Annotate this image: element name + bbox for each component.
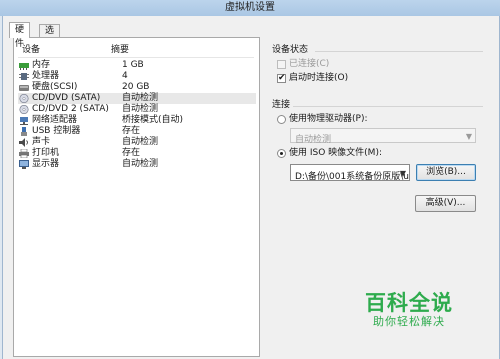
physical-drive-select[interactable]: 自动检测 ▼ <box>290 128 476 145</box>
device-status-title: 设备状态 <box>272 45 309 55</box>
device-name: 内存 <box>32 60 51 70</box>
display-icon <box>19 160 29 169</box>
tab-options[interactable]: 选项 <box>39 24 61 48</box>
device-row-memory[interactable]: 内存 1 GB <box>18 60 256 71</box>
device-row-cd-dvd-2[interactable]: CD/DVD 2 (SATA) 自动检测 <box>18 104 256 115</box>
window-title-bar: 虚拟机设置 <box>0 0 500 16</box>
header-divider <box>18 57 254 58</box>
processor-icon <box>19 73 29 80</box>
device-summary: 1 GB <box>122 60 144 70</box>
connect-at-power-on-checkbox[interactable]: ✔ <box>277 73 286 83</box>
device-name: 声卡 <box>32 137 51 147</box>
device-summary: 桥接模式(自动) <box>122 115 184 125</box>
column-header-summary[interactable]: 摘要 <box>111 44 129 56</box>
device-name: 打印机 <box>32 148 60 158</box>
physical-drive-radio[interactable] <box>277 115 286 124</box>
tab-hardware[interactable]: 硬件 <box>9 22 31 49</box>
advanced-button[interactable]: 高级(V)... <box>415 195 476 212</box>
connect-at-power-on-label: 启动时连接(O) <box>289 73 349 83</box>
device-row-sound-card[interactable]: 声卡 自动检测 <box>18 137 256 148</box>
device-name: CD/DVD (SATA) <box>32 93 101 103</box>
watermark-subtitle: 助你轻松解决 <box>373 315 445 328</box>
device-name: 处理器 <box>32 71 60 81</box>
device-name: USB 控制器 <box>32 126 81 136</box>
window-title: 虚拟机设置 <box>225 2 275 13</box>
chevron-down-icon: ▼ <box>465 132 472 141</box>
device-row-hard-disk[interactable]: 硬盘(SCSI) 20 GB <box>18 82 256 93</box>
device-summary: 自动检测 <box>122 137 159 147</box>
cd-dvd-icon <box>19 105 29 114</box>
printer-icon <box>19 149 29 158</box>
iso-path-combobox[interactable]: D:\备份\001系统备份原版\u ▼ <box>290 164 410 181</box>
check-icon: ✔ <box>278 73 286 83</box>
cd-dvd-icon <box>19 94 29 103</box>
group-divider <box>315 51 483 52</box>
network-adapter-icon <box>20 117 28 125</box>
device-summary: 存在 <box>122 148 141 158</box>
device-row-display[interactable]: 显示器 自动检测 <box>18 159 256 170</box>
device-name: 网络适配器 <box>32 115 78 125</box>
radio-selected-dot <box>280 152 283 155</box>
device-name: CD/DVD 2 (SATA) <box>32 104 109 114</box>
memory-icon <box>19 63 29 70</box>
device-row-usb-controller[interactable]: USB 控制器 存在 <box>18 126 256 137</box>
connected-label: 已连接(C) <box>289 59 330 69</box>
device-row-network-adapter[interactable]: 网络适配器 桥接模式(自动) <box>18 115 256 126</box>
iso-image-label: 使用 ISO 映像文件(M): <box>289 148 382 158</box>
physical-drive-value: 自动检测 <box>295 135 332 145</box>
device-row-printer[interactable]: 打印机 存在 <box>18 148 256 159</box>
device-list: 设备 摘要 内存 1 GB 处理器 4 硬盘(SCSI) 20 GB CD/DV… <box>13 37 260 357</box>
browse-button[interactable]: 浏览(B)... <box>416 164 476 181</box>
device-name: 显示器 <box>32 159 60 169</box>
sound-card-icon <box>19 138 28 147</box>
connected-checkbox[interactable] <box>277 60 286 69</box>
device-name: 硬盘(SCSI) <box>32 82 78 92</box>
usb-icon <box>21 127 27 136</box>
group-divider <box>293 106 483 107</box>
device-row-cd-dvd[interactable]: CD/DVD (SATA) 自动检测 <box>18 93 256 104</box>
device-summary: 4 <box>122 71 128 81</box>
column-header-device[interactable]: 设备 <box>22 44 40 56</box>
dialog-body: 硬件 选项 设备 摘要 内存 1 GB 处理器 4 硬盘(SCSI) 20 GB… <box>2 16 500 359</box>
device-summary: 自动检测 <box>122 93 159 103</box>
connection-title: 连接 <box>272 100 291 110</box>
physical-drive-label: 使用物理驱动器(P): <box>289 114 368 124</box>
device-row-processor[interactable]: 处理器 4 <box>18 71 256 82</box>
device-summary: 自动检测 <box>122 104 159 114</box>
chevron-down-icon: ▼ <box>399 169 406 178</box>
hard-disk-icon <box>19 85 29 91</box>
device-summary: 自动检测 <box>122 159 159 169</box>
device-summary: 存在 <box>122 126 141 136</box>
device-summary: 20 GB <box>122 82 150 92</box>
iso-image-radio[interactable] <box>277 149 286 158</box>
iso-path-value: D:\备份\001系统备份原版\u <box>295 172 409 181</box>
